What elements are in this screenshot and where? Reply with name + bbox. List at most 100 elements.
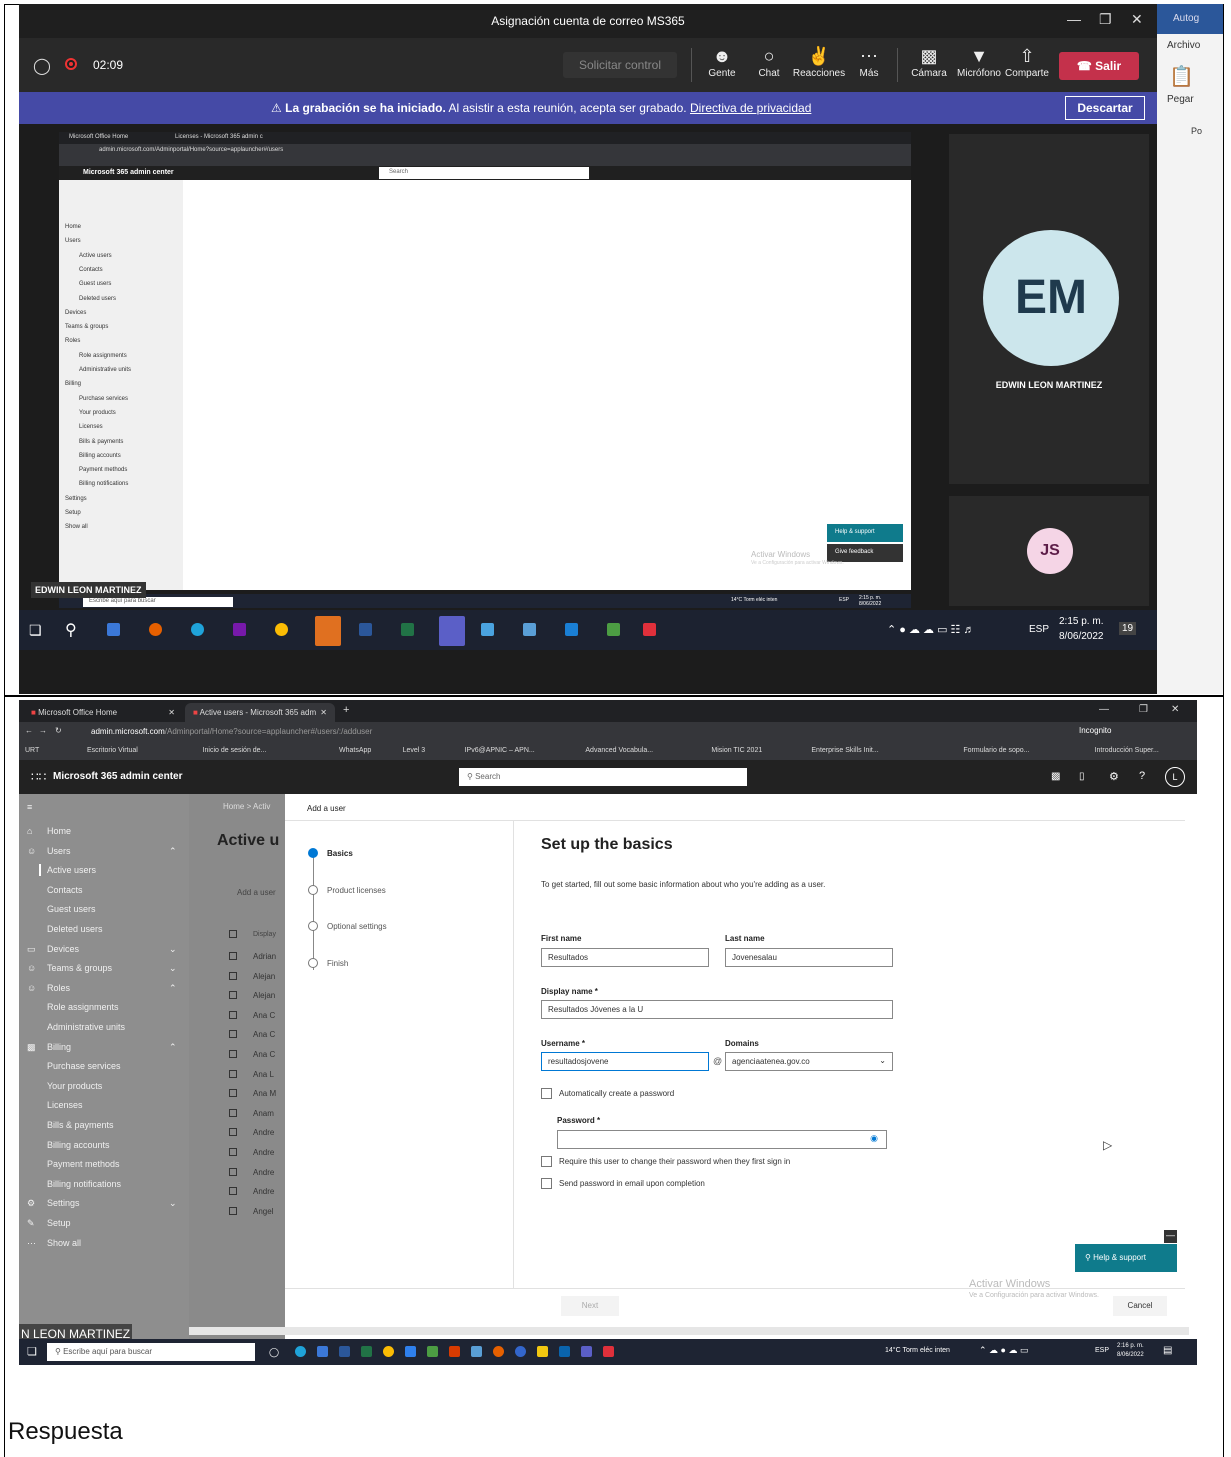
bookmark-item[interactable]: Enterprise Skills Init... (811, 747, 878, 754)
next-button[interactable]: Next (561, 1296, 619, 1316)
excel-icon[interactable] (361, 1346, 372, 1357)
reactions-button[interactable]: ✌ Reacciones (789, 44, 849, 79)
sidebar-item-setup[interactable]: Setup (47, 1218, 71, 1228)
folder-icon[interactable] (537, 1346, 548, 1357)
outlook-icon[interactable] (559, 1346, 570, 1357)
clock-time[interactable]: 2:16 p. m. (1117, 1343, 1144, 1349)
row-checkbox[interactable] (229, 1050, 237, 1058)
row-checkbox[interactable] (229, 1030, 237, 1039)
minimize-help-icon[interactable]: — (1164, 1230, 1177, 1243)
bookmark-item[interactable]: Escritorio Virtual (87, 747, 138, 754)
require-change-checkbox[interactable] (541, 1156, 552, 1167)
app-icon[interactable] (481, 623, 494, 636)
sidebar-item-show-all[interactable]: Show all (47, 1238, 81, 1248)
sidebar-item-roles[interactable]: Roles (47, 983, 70, 993)
sidebar-item-billing-notifications[interactable]: Billing notifications (47, 1179, 121, 1189)
sidebar-item-deleted-users[interactable]: Deleted users (47, 924, 103, 934)
forward-icon[interactable]: → (39, 726, 47, 735)
sidebar-item-licenses[interactable]: Licenses (47, 1100, 83, 1110)
paste-icon[interactable]: 📋 (1169, 64, 1194, 89)
bookmark-item[interactable]: URT (25, 747, 39, 754)
word-file-tab[interactable]: Archivo (1167, 40, 1200, 51)
url-field[interactable]: admin.microsoft.com/Adminportal/Home?sou… (91, 727, 372, 736)
minimize-icon[interactable]: — (1067, 11, 1081, 27)
request-control-button[interactable]: Solicitar control (563, 52, 677, 78)
onenote-icon[interactable] (233, 623, 246, 636)
hamburger-icon[interactable]: ≡ (27, 802, 32, 812)
firefox-icon[interactable] (149, 623, 162, 636)
sidebar-item-guest-users[interactable]: Guest users (47, 904, 96, 914)
row-checkbox[interactable] (229, 991, 237, 1000)
bookmark-item[interactable]: IPv6@APNIC – APN... (465, 747, 535, 754)
firefox-icon[interactable] (493, 1346, 504, 1357)
close-icon[interactable]: ✕ (1171, 704, 1179, 715)
mail-icon[interactable] (565, 623, 578, 636)
row-checkbox[interactable] (229, 930, 237, 938)
mobile-icon[interactable]: ▯ (1079, 771, 1085, 782)
sidebar-item-settings[interactable]: Settings (47, 1198, 80, 1208)
sidebar-item-role-assignments[interactable]: Role assignments (47, 1002, 119, 1012)
help-support-button[interactable]: ⚲ Help & support (1075, 1244, 1177, 1272)
dismiss-button[interactable]: Descartar (1065, 96, 1145, 120)
privacy-link[interactable]: Directiva de privacidad (690, 101, 811, 115)
tab-office-home[interactable]: ■ Microsoft Office Home ✕ (23, 703, 183, 722)
language-indicator[interactable]: ESP (1095, 1347, 1109, 1354)
outlook-icon[interactable] (315, 616, 341, 646)
anydesk-icon[interactable] (643, 623, 656, 636)
domain-select[interactable]: agenciaatenea.gov.co ⌄ (725, 1052, 893, 1071)
bookmark-item[interactable]: Advanced Vocabula... (585, 747, 653, 754)
cancel-button[interactable]: Cancel (1113, 1296, 1167, 1316)
teams-icon[interactable] (581, 1346, 592, 1357)
share-button[interactable]: ⇧ Comparte (999, 44, 1055, 79)
word-icon[interactable] (359, 623, 372, 636)
terminal-icon[interactable]: ▩ (1051, 771, 1060, 782)
back-icon[interactable]: ← (25, 726, 33, 735)
notification-icon[interactable]: ▤ (1163, 1345, 1172, 1356)
clock-date[interactable]: 8/06/2022 (1059, 631, 1104, 642)
app-icon[interactable] (523, 623, 536, 636)
language-indicator[interactable]: ESP (1029, 624, 1049, 635)
search-input[interactable]: ⚲ Search (459, 768, 747, 786)
gear-icon[interactable]: ⚙ (1109, 770, 1119, 783)
wizard-step[interactable]: Basics (327, 849, 353, 858)
windows-start-icon[interactable]: ❏ (27, 1345, 37, 1358)
sidebar-item-billing[interactable]: Billing (47, 1042, 71, 1052)
tray-icons[interactable]: ⌃ ☁ ● ☁ ▭ (979, 1345, 1028, 1356)
explorer-icon[interactable] (107, 623, 120, 636)
sidebar-item-purchase-services[interactable]: Purchase services (47, 1061, 121, 1071)
sidebar-item-billing-accounts[interactable]: Billing accounts (47, 1140, 110, 1150)
task-view-icon[interactable]: ◯ (269, 1347, 279, 1358)
leave-button[interactable]: ☎ Salir (1059, 52, 1139, 80)
username-input[interactable]: resultadosjovene (541, 1052, 709, 1071)
sidebar-item-administrative-units[interactable]: Administrative units (47, 1022, 125, 1032)
vscode-icon[interactable] (405, 1346, 416, 1357)
restore-icon[interactable]: ❐ (1139, 704, 1148, 715)
row-checkbox[interactable] (229, 1069, 237, 1078)
sidebar-item-your-products[interactable]: Your products (47, 1081, 102, 1091)
row-checkbox[interactable] (229, 971, 237, 980)
restore-icon[interactable]: ❐ (1099, 11, 1112, 28)
sidebar-item-teams-groups[interactable]: Teams & groups (47, 963, 112, 973)
wizard-step[interactable]: Product licenses (327, 886, 386, 895)
row-checkbox[interactable] (229, 1187, 237, 1196)
weather[interactable]: 14°C Torm eléc inten (885, 1347, 950, 1354)
row-checkbox[interactable] (229, 1089, 237, 1098)
row-checkbox[interactable] (229, 1167, 237, 1176)
chrome-icon[interactable] (383, 1346, 394, 1357)
sidebar-item-bills-payments[interactable]: Bills & payments (47, 1120, 114, 1130)
send-email-checkbox[interactable] (541, 1178, 552, 1189)
reload-icon[interactable]: ↻ (55, 726, 62, 735)
edge-icon[interactable] (191, 623, 204, 636)
last-name-input[interactable]: Jovenesalau (725, 948, 893, 967)
sidebar-item-devices[interactable]: Devices (47, 944, 79, 954)
row-checkbox[interactable] (229, 1128, 237, 1137)
clock-time[interactable]: 2:15 p. m. (1059, 616, 1103, 627)
avatar[interactable]: L (1165, 767, 1185, 787)
first-name-input[interactable]: Resultados (541, 948, 709, 967)
excel-icon[interactable] (401, 623, 414, 636)
sidebar-item-contacts[interactable]: Contacts (47, 885, 83, 895)
windows-start-icon[interactable]: ❏ (29, 622, 42, 639)
notification-badge[interactable]: 19 (1119, 622, 1137, 635)
password-input[interactable]: ◉ (557, 1130, 887, 1149)
row-checkbox[interactable] (229, 952, 237, 960)
